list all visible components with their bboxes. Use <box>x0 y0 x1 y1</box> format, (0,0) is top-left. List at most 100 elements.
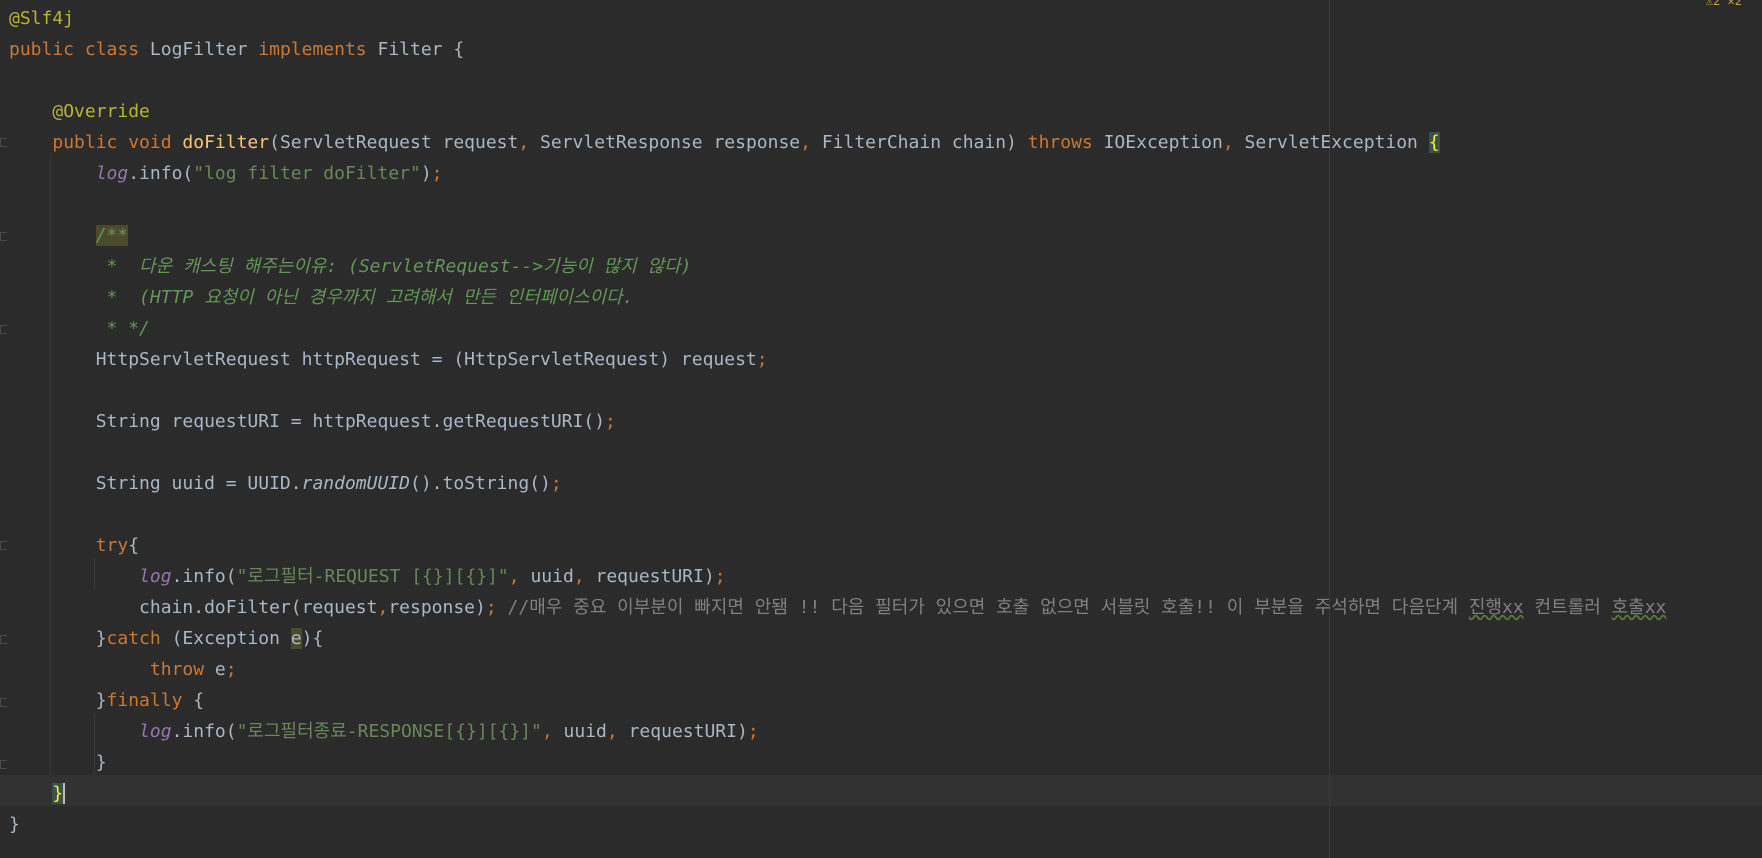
code-token: response) <box>388 597 486 618</box>
code-token: } <box>9 690 107 711</box>
code-line[interactable]: } <box>9 747 107 778</box>
code-line[interactable]: String requestURI = httpRequest.getReque… <box>9 406 616 437</box>
fold-marker-icon[interactable] <box>0 138 7 147</box>
code-token: .info( <box>171 721 237 742</box>
code-token: throws <box>1027 132 1104 153</box>
current-line-highlight <box>0 775 1762 806</box>
code-token: FilterChain chain) <box>821 132 1028 153</box>
code-token: ; <box>550 473 562 494</box>
code-token: , <box>800 132 822 153</box>
code-token: ServletResponse response <box>540 132 801 153</box>
code-token: , <box>573 566 596 587</box>
code-editor[interactable]: ⚠2 ✕2 @Slf4j public class LogFilter imple… <box>0 0 1762 858</box>
code-token: LogFilter <box>149 39 259 60</box>
code-token: , <box>377 597 389 618</box>
code-token: ) <box>420 163 432 184</box>
code-token: .info( <box>171 566 237 587</box>
code-token: log <box>95 163 129 184</box>
code-token: doFilter <box>182 132 270 153</box>
code-line[interactable]: try{ <box>9 530 139 561</box>
code-line[interactable]: public class LogFilter implements Filter… <box>9 34 464 65</box>
code-token: 호출xx <box>1611 597 1667 618</box>
code-line[interactable]: chain.doFilter(request,response); //매우 중… <box>9 592 1666 623</box>
code-line[interactable]: log.info("로그필터종료-RESPONSE[{}][{}]", uuid… <box>9 716 759 747</box>
code-token: ; <box>485 597 508 618</box>
code-token: String requestURI = httpRequest.getReque… <box>9 411 606 432</box>
code-token: requestURI) <box>628 721 748 742</box>
fold-marker-icon[interactable] <box>0 760 7 769</box>
code-token: randomUUID <box>301 473 410 494</box>
code-line[interactable]: }catch (Exception e){ <box>9 623 323 654</box>
code-token: ; <box>431 163 443 184</box>
fold-marker-icon[interactable] <box>0 698 7 707</box>
code-token: } <box>9 752 107 773</box>
code-token: log <box>139 566 172 587</box>
code-token: /** <box>95 225 129 246</box>
code-token: catch <box>106 628 172 649</box>
fold-marker-icon[interactable] <box>0 232 7 241</box>
code-token: { <box>193 690 205 711</box>
code-token: ().toString() <box>409 473 551 494</box>
code-token: { <box>128 535 140 556</box>
code-line[interactable]: log.info("log filter doFilter"); <box>9 158 443 189</box>
code-token: uuid <box>563 721 607 742</box>
code-line[interactable]: throw e; <box>9 654 237 685</box>
code-token: e <box>214 659 226 680</box>
code-line[interactable]: }finally { <box>9 685 204 716</box>
code-token: } <box>9 814 20 835</box>
code-token: "로그필터-REQUEST [{}][{}]" <box>236 566 509 587</box>
code-token: public class <box>9 39 150 60</box>
code-token: finally <box>106 690 194 711</box>
code-token: (ServletRequest request <box>269 132 519 153</box>
code-line[interactable]: * */ <box>9 313 150 344</box>
code-token: ; <box>747 721 759 742</box>
code-token: 진행xx <box>1468 597 1524 618</box>
code-token: requestURI) <box>595 566 715 587</box>
code-token: , <box>541 721 564 742</box>
code-token: //매우 중요 이부분이 빠지면 안됌 !! 다음 필터가 있으면 호출 없으면… <box>507 597 1469 618</box>
code-token: implements <box>258 39 378 60</box>
code-token: ServletException <box>1244 132 1429 153</box>
code-line[interactable]: @Slf4j <box>9 3 74 34</box>
fold-marker-icon[interactable] <box>0 635 7 644</box>
code-token: @Override <box>52 101 150 122</box>
code-line[interactable]: * 다운 캐스팅 해주는이유: (ServletRequest-->기능이 많지… <box>9 251 692 282</box>
code-token: ; <box>225 659 237 680</box>
code-token: log <box>139 721 172 742</box>
code-line[interactable]: * (HTTP 요청이 아닌 경우까지 고려해서 만든 인터페이스이다. <box>9 282 634 313</box>
code-line[interactable]: public void doFilter(ServletRequest requ… <box>9 127 1440 158</box>
code-token: IOException <box>1103 132 1223 153</box>
code-token: 컨트롤러 <box>1523 597 1612 618</box>
inspection-warnings-badge[interactable]: ⚠2 ✕2 <box>1706 0 1742 8</box>
code-token: ){ <box>301 628 324 649</box>
code-token: try <box>95 535 129 556</box>
code-line[interactable]: log.info("로그필터-REQUEST [{}][{}]", uuid, … <box>9 561 726 592</box>
fold-marker-icon[interactable] <box>0 541 7 550</box>
code-line[interactable]: HttpServletRequest httpRequest = (HttpSe… <box>9 344 768 375</box>
code-line[interactable]: } <box>9 809 20 840</box>
code-token: Filter { <box>377 39 465 60</box>
code-line[interactable]: } <box>9 778 66 809</box>
code-token: "log filter doFilter" <box>193 163 421 184</box>
code-line[interactable]: String uuid = UUID.randomUUID().toString… <box>9 468 562 499</box>
code-line[interactable]: @Override <box>9 96 150 127</box>
code-token: chain.doFilter(request <box>9 597 378 618</box>
code-token: , <box>518 132 541 153</box>
code-token: * (HTTP 요청이 아닌 경우까지 고려해서 만든 인터페이스이다. <box>9 287 634 308</box>
code-line[interactable]: /** <box>9 220 129 251</box>
code-token: { <box>1428 132 1440 153</box>
code-token: , <box>508 566 531 587</box>
code-token: String uuid = UUID. <box>9 473 302 494</box>
code-token: ; <box>714 566 726 587</box>
code-token: uuid <box>530 566 574 587</box>
code-token: (Exception <box>171 628 291 649</box>
fold-marker-icon[interactable] <box>0 325 7 334</box>
code-token: "로그필터종료-RESPONSE[{}][{}]" <box>236 721 542 742</box>
